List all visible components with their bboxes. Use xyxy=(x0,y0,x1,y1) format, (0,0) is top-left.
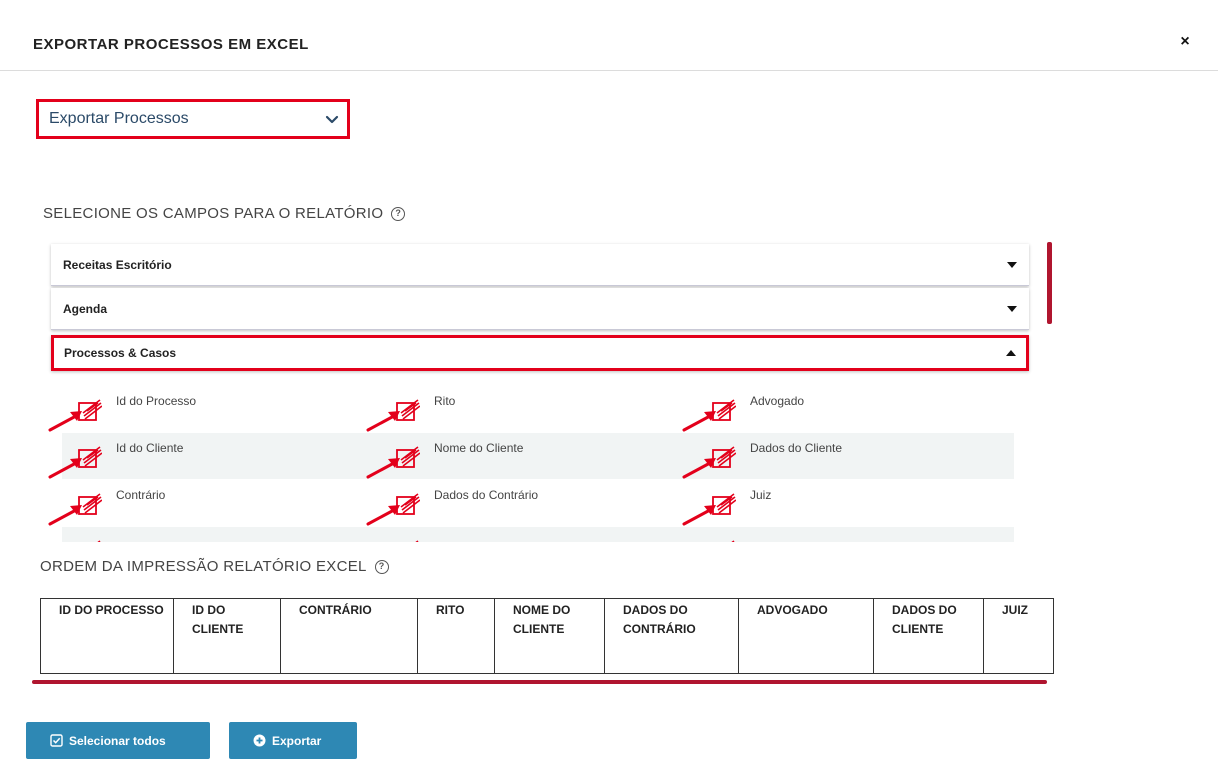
field-option[interactable]: Dados do Cliente xyxy=(682,431,996,479)
field-option-label: Dados do Cliente xyxy=(750,441,843,455)
fields-section-title: SELECIONE OS CAMPOS PARA O RELATÓRIO ? xyxy=(43,205,406,222)
order-column-header: CONTRÁRIO xyxy=(280,598,418,674)
order-column-header: ID DO CLIENTE xyxy=(173,598,281,674)
checked-checkbox-icon xyxy=(396,399,420,421)
export-type-select[interactable]: Exportar Processos xyxy=(36,99,350,139)
field-option[interactable]: Contrário xyxy=(48,478,362,526)
field-option[interactable]: Dados do Contrário xyxy=(366,478,680,526)
checked-checkbox-icon xyxy=(731,540,735,542)
field-option-partial[interactable] xyxy=(62,525,362,542)
order-scrollbar[interactable] xyxy=(32,680,1047,684)
modal-title: EXPORTAR PROCESSOS EM EXCEL xyxy=(33,36,309,53)
order-table: ID DO PROCESSO ID DO CLIENTE CONTRÁRIO RITO… xyxy=(40,598,1054,674)
accordion-agenda[interactable]: Agenda xyxy=(51,288,1029,330)
order-section-label: ORDEM DA IMPRESSÃO RELATÓRIO EXCEL xyxy=(40,558,367,575)
order-column-header: DADOS DO CLIENTE xyxy=(873,598,984,674)
checked-checkbox-icon xyxy=(396,446,420,468)
caret-down-icon xyxy=(1007,261,1017,268)
accordion-label: Agenda xyxy=(63,301,108,316)
checked-checkbox-icon xyxy=(78,493,102,515)
fields-panel: Receitas Escritório Agenda Processos & C… xyxy=(40,240,1040,542)
caret-down-icon xyxy=(1007,305,1017,312)
plus-circle-icon xyxy=(253,734,266,747)
accordion-processos-casos[interactable]: Processos & Casos xyxy=(51,335,1029,371)
order-column-header: RITO xyxy=(417,598,495,674)
checked-checkbox-icon xyxy=(396,493,420,515)
checked-checkbox-icon xyxy=(415,540,419,542)
checked-checkbox-icon xyxy=(78,399,102,421)
select-all-button[interactable]: Selecionar todos xyxy=(26,722,210,759)
field-option-label: Id do Processo xyxy=(116,394,197,408)
field-option-label: Juiz xyxy=(750,488,772,502)
field-option-label: Dados do Contrário xyxy=(434,488,539,502)
field-option-partial[interactable] xyxy=(380,525,680,542)
checked-checkbox-icon xyxy=(97,540,101,542)
checked-checkbox-icon xyxy=(712,446,736,468)
order-header-row: ID DO PROCESSO ID DO CLIENTE CONTRÁRIO RITO… xyxy=(40,598,1054,674)
field-option[interactable]: Nome do Cliente xyxy=(366,431,680,479)
chevron-down-icon xyxy=(325,115,339,124)
accordion-receitas-escritorio[interactable]: Receitas Escritório xyxy=(51,244,1029,286)
order-table-wrap: ID DO PROCESSO ID DO CLIENTE CONTRÁRIO RITO… xyxy=(40,598,1054,674)
field-option-label: Id do Cliente xyxy=(116,441,184,455)
accordion-label: Receitas Escritório xyxy=(63,257,172,272)
field-option[interactable]: Rito xyxy=(366,384,680,432)
field-option[interactable]: Juiz xyxy=(682,478,996,526)
help-circle-icon[interactable]: ? xyxy=(374,559,389,574)
field-option-partial[interactable] xyxy=(696,525,996,542)
export-label: Exportar xyxy=(272,733,322,748)
field-option[interactable]: Id do Processo xyxy=(48,384,362,432)
order-column-header: ID DO PROCESSO xyxy=(40,598,174,674)
check-square-icon xyxy=(50,734,63,747)
field-option-label: Contrário xyxy=(116,488,166,502)
field-option-label: Rito xyxy=(434,394,456,408)
export-type-value: Exportar Processos xyxy=(49,110,189,127)
fields-section-label: SELECIONE OS CAMPOS PARA O RELATÓRIO xyxy=(43,205,384,222)
order-column-header: NOME DO CLIENTE xyxy=(494,598,605,674)
select-all-label: Selecionar todos xyxy=(69,733,166,748)
order-column-header: JUIZ xyxy=(983,598,1054,674)
order-section-title: ORDEM DA IMPRESSÃO RELATÓRIO EXCEL ? xyxy=(40,558,389,575)
close-icon[interactable]: × xyxy=(1176,33,1194,51)
order-column-header: ADVOGADO xyxy=(738,598,874,674)
export-button[interactable]: Exportar xyxy=(229,722,357,759)
field-option-label: Nome do Cliente xyxy=(434,441,524,455)
caret-up-icon xyxy=(1006,350,1016,356)
modal-header: EXPORTAR PROCESSOS EM EXCEL × xyxy=(0,0,1218,71)
checked-checkbox-icon xyxy=(712,493,736,515)
help-circle-icon[interactable]: ? xyxy=(391,206,406,221)
field-option[interactable]: Advogado xyxy=(682,384,996,432)
fields-scrollbar[interactable] xyxy=(1047,242,1052,324)
accordion-label: Processos & Casos xyxy=(64,346,177,360)
field-option-label: Advogado xyxy=(750,394,805,408)
checked-checkbox-icon xyxy=(78,446,102,468)
field-option[interactable]: Id do Cliente xyxy=(48,431,362,479)
checked-checkbox-icon xyxy=(712,399,736,421)
order-column-header: DADOS DO CONTRÁRIO xyxy=(604,598,739,674)
